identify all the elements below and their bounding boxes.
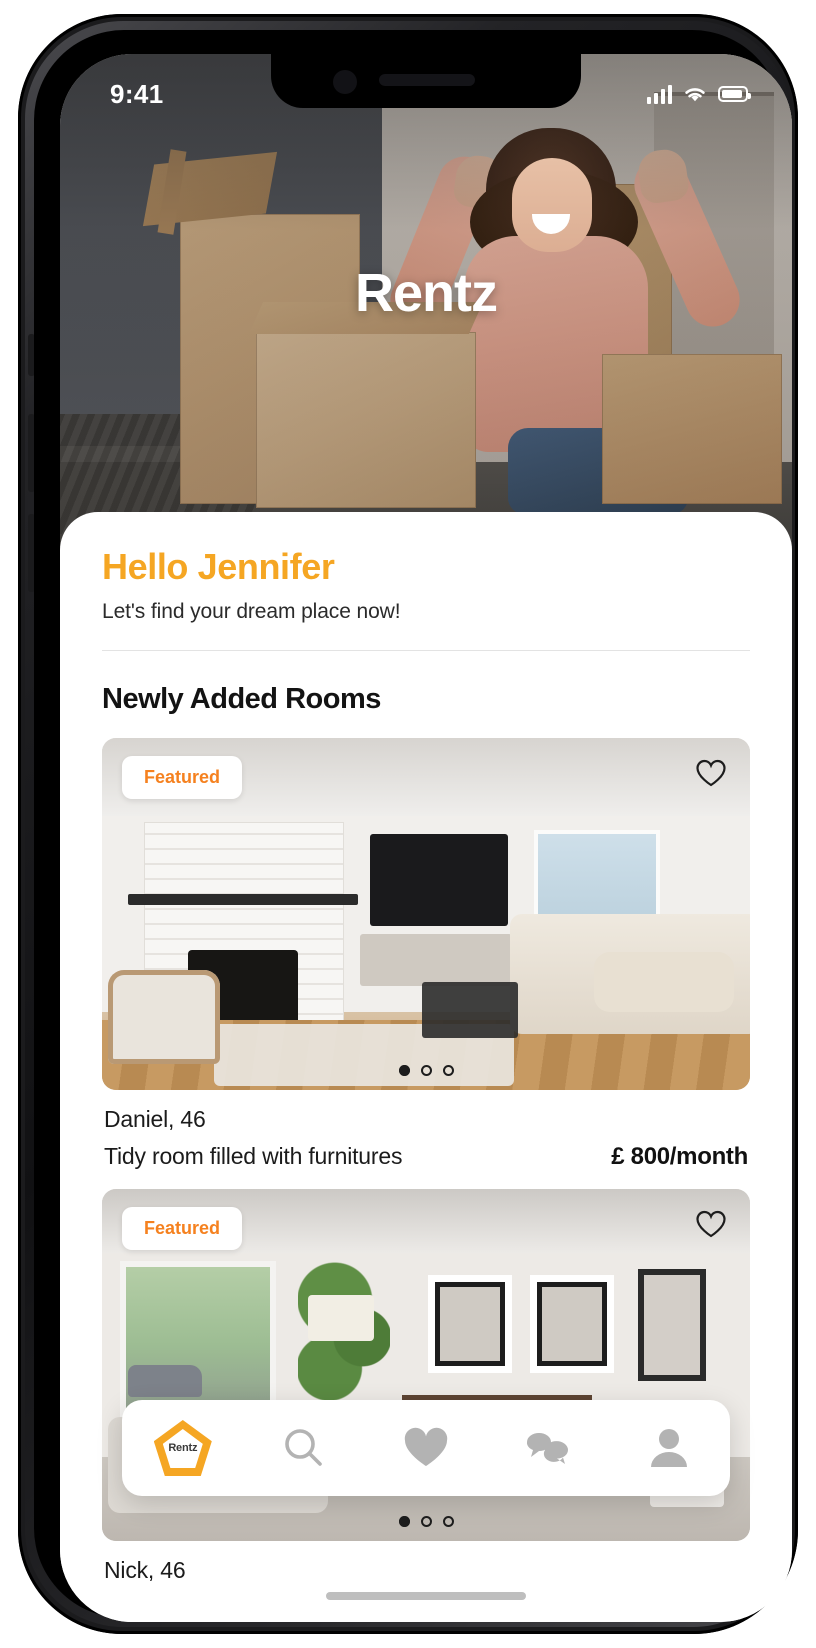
logo-label: Rentz — [168, 1442, 198, 1454]
listing-description: Tidy room filled with furnitures — [104, 1143, 403, 1169]
list-item[interactable]: Featured Nick, 46 — [60, 1189, 792, 1584]
sidebar-item-messages[interactable] — [505, 1418, 591, 1478]
listing-photo[interactable]: Featured — [102, 738, 750, 1090]
carousel-dots[interactable] — [102, 1516, 750, 1527]
listing-owner: Daniel, 46 — [104, 1106, 206, 1132]
greeting-block: Hello Jennifer Let's find your dream pla… — [60, 512, 792, 624]
sidebar-item-favorites[interactable] — [383, 1418, 469, 1478]
phone-screen: Rentz 9:41 Hello Jennifer Let's find you… — [60, 54, 792, 1622]
carousel-dot[interactable] — [421, 1065, 432, 1076]
listing-owner: Nick, 46 — [104, 1557, 186, 1583]
search-icon — [285, 1429, 323, 1466]
carousel-dot[interactable] — [443, 1065, 454, 1076]
battery-icon — [718, 86, 751, 102]
listing-meta: Nick, 46 — [102, 1541, 750, 1584]
listing-price: £ 800/month — [611, 1143, 748, 1170]
wifi-icon — [685, 88, 705, 102]
earpiece-speaker — [379, 74, 475, 86]
front-camera-icon — [333, 70, 357, 94]
greeting-subtitle: Let's find your dream place now! — [102, 600, 401, 623]
person-icon — [651, 1429, 688, 1467]
bottom-tab-bar: Rentz — [122, 1400, 730, 1496]
cellular-signal-icon — [647, 84, 672, 104]
sidebar-item-home[interactable]: Rentz — [140, 1418, 226, 1478]
home-indicator[interactable] — [326, 1592, 526, 1600]
chat-bubbles-icon — [526, 1433, 568, 1464]
hero-banner: Rentz — [60, 54, 792, 574]
carousel-dots[interactable] — [102, 1065, 750, 1076]
heart-filled-icon — [404, 1427, 448, 1466]
carousel-dot[interactable] — [443, 1516, 454, 1527]
app-brand-title: Rentz — [355, 263, 498, 323]
page-title: Newly Added Rooms — [102, 683, 381, 715]
rentz-pentagon-logo-icon: Rentz — [153, 1420, 212, 1476]
heart-outline-icon[interactable] — [694, 756, 728, 790]
notch — [271, 54, 581, 108]
section-divider — [102, 650, 750, 651]
heart-outline-icon[interactable] — [694, 1207, 728, 1241]
phone-frame: Rentz 9:41 Hello Jennifer Let's find you… — [18, 14, 798, 1634]
status-indicators — [647, 84, 751, 104]
carousel-dot[interactable] — [398, 1516, 410, 1527]
carousel-dot[interactable] — [421, 1516, 432, 1527]
listing-meta: Daniel, 46 Tidy room filled with furnitu… — [102, 1090, 750, 1171]
status-badge: Featured — [122, 756, 243, 799]
greeting-title: Hello Jennifer — [102, 546, 335, 587]
sidebar-item-profile[interactable] — [626, 1418, 712, 1478]
list-item[interactable]: Featured Daniel, 46 Tidy room filled wit… — [60, 738, 792, 1171]
carousel-dot[interactable] — [398, 1065, 410, 1076]
sidebar-item-search[interactable] — [261, 1418, 347, 1478]
status-badge: Featured — [122, 1207, 243, 1250]
status-time: 9:41 — [110, 78, 164, 109]
